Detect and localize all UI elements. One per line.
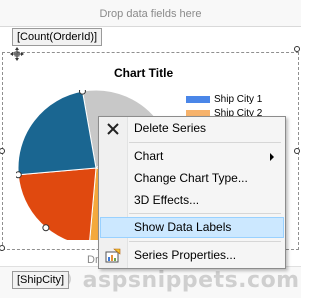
menu-item-label: Change Chart Type... [134,171,248,185]
category-field-chip[interactable]: [ShipCity] [12,271,70,289]
menu-item-3d-effects[interactable]: 3D Effects... [100,190,284,211]
menu-item-label: Series Properties... [134,248,237,262]
move-icon[interactable] [10,47,24,61]
watermark: © aspsnippets.com [52,268,300,293]
menu-item-change-chart-type[interactable]: Change Chart Type... [100,168,284,189]
drop-data-fields-hint: Drop data fields here [99,8,202,20]
menu-item-label: Chart [134,149,164,163]
series-selection-handle [78,90,86,95]
pie-slice[interactable] [17,167,97,240]
menu-item-series-properties[interactable]: Series Properties... [100,245,284,266]
legend-label: Ship City 1 [214,94,263,105]
resize-handle-right[interactable] [294,148,300,154]
menu-item-show-data-labels[interactable]: Show Data Labels [100,217,284,238]
menu-item-label: Show Data Labels [134,220,232,234]
menu-item-label: Delete Series [134,121,207,135]
data-field-chip[interactable]: [Count(OrderId)] [12,28,103,46]
menu-separator [129,213,281,214]
series-properties-icon [105,248,121,263]
submenu-arrow-icon [270,153,274,161]
context-menu: Delete Series Chart Change Chart Type...… [98,116,286,269]
menu-item-chart[interactable]: Chart [100,146,284,167]
chart-title[interactable]: Chart Title [114,66,173,80]
menu-item-label: 3D Effects... [134,193,200,207]
series-selection-handle [16,171,22,179]
pie-slice[interactable] [17,90,97,176]
close-icon [107,123,119,135]
menu-item-delete-series[interactable]: Delete Series [100,118,284,139]
legend-swatch [186,96,210,103]
data-drop-zone[interactable]: Drop data fields here [0,0,301,27]
menu-separator [129,142,281,143]
menu-separator [129,241,281,242]
series-drop-zone-hint: Dr [87,254,99,266]
resize-handle-bottom-left[interactable] [0,245,5,251]
resize-handle-top-right[interactable] [294,46,300,52]
series-selection-handle [42,224,50,232]
